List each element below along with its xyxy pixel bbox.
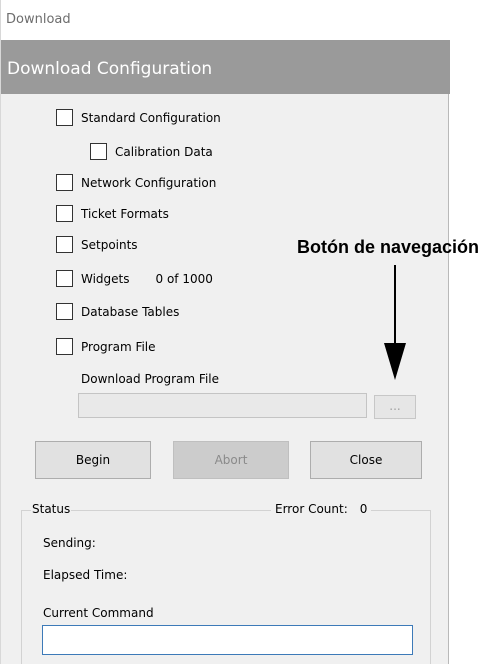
sending-label: Sending: (43, 536, 96, 550)
program-file-checkbox[interactable]: Program File (56, 338, 156, 355)
checkbox-box[interactable] (56, 174, 73, 191)
setpoints-label: Setpoints (81, 237, 138, 252)
arrow-down-icon (384, 265, 406, 380)
widgets-label: Widgets (81, 271, 130, 286)
page-title: Download Configuration (7, 59, 213, 79)
begin-button[interactable]: Begin (35, 441, 151, 479)
current-command-label: Current Command (43, 606, 154, 620)
header-band: Download Configuration (1, 40, 450, 94)
network-configuration-checkbox[interactable]: Network Configuration (56, 174, 216, 191)
program-file-label: Program File (81, 339, 156, 354)
checkbox-box[interactable] (56, 270, 73, 287)
download-program-file-label: Download Program File (81, 372, 219, 386)
title-bar: Download (1, 0, 450, 40)
standard-configuration-checkbox[interactable]: Standard Configuration (56, 109, 221, 126)
network-configuration-label: Network Configuration (81, 175, 217, 190)
checkbox-box[interactable] (56, 338, 73, 355)
close-button[interactable]: Close (310, 441, 422, 479)
error-count-label: Error Count: (275, 502, 348, 516)
ticket-formats-checkbox[interactable]: Ticket Formats (56, 205, 169, 222)
current-command-field[interactable] (42, 625, 413, 655)
status-legend: Status (31, 502, 72, 516)
error-count: Error Count: 0 (271, 502, 372, 516)
abort-button[interactable]: Abort (173, 441, 289, 479)
checkbox-box[interactable] (56, 303, 73, 320)
widgets-checkbox[interactable]: Widgets 0 of 1000 (56, 270, 213, 287)
download-program-file-field[interactable] (78, 393, 367, 418)
database-tables-label: Database Tables (81, 304, 180, 319)
checkbox-box[interactable] (90, 143, 107, 160)
checkbox-box[interactable] (56, 109, 73, 126)
standard-configuration-label: Standard Configuration (81, 110, 221, 125)
browse-button[interactable]: ... (374, 395, 416, 419)
elapsed-time-label: Elapsed Time: (43, 568, 128, 582)
checkbox-box[interactable] (56, 236, 73, 253)
error-count-value: 0 (359, 502, 368, 516)
window-title: Download (6, 12, 71, 27)
checkbox-box[interactable] (56, 205, 73, 222)
calibration-data-checkbox[interactable]: Calibration Data (90, 143, 213, 160)
database-tables-checkbox[interactable]: Database Tables (56, 303, 179, 320)
calibration-data-label: Calibration Data (115, 144, 213, 159)
widgets-count: 0 of 1000 (155, 271, 213, 286)
navigation-button-callout: Botón de navegación (297, 237, 480, 257)
ticket-formats-label: Ticket Formats (81, 206, 169, 221)
setpoints-checkbox[interactable]: Setpoints (56, 236, 138, 253)
